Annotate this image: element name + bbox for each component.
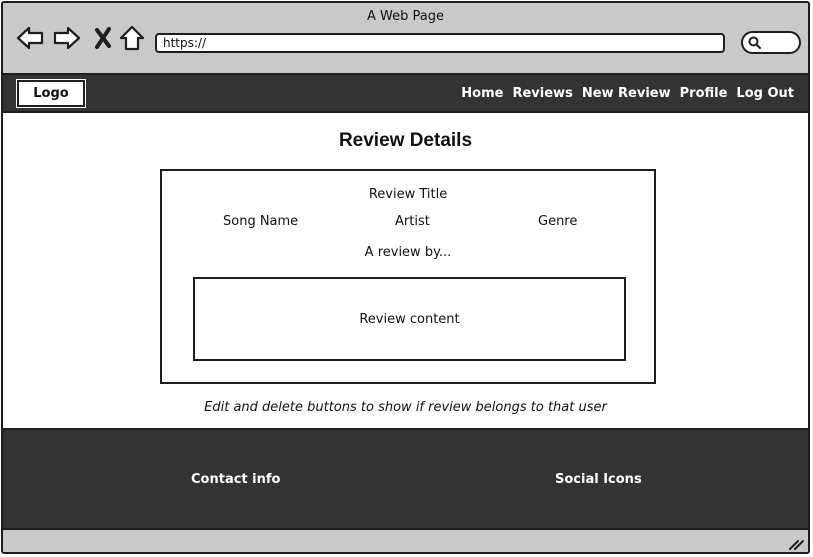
back-arrow-icon[interactable] xyxy=(15,23,45,53)
top-navbar: Logo Home Reviews New Review Profile Log… xyxy=(3,73,808,113)
review-card: Review Title Song Name Artist Genre A re… xyxy=(160,169,656,384)
nav-links: Home Reviews New Review Profile Log Out xyxy=(461,75,794,111)
footer-social-icons: Social Icons xyxy=(555,472,642,487)
browser-chrome: A Web Page https:// xyxy=(3,3,808,73)
close-icon[interactable] xyxy=(89,23,119,53)
genre: Genre xyxy=(538,214,578,229)
home-icon[interactable] xyxy=(117,23,147,53)
main-content: Review Details Review Title Song Name Ar… xyxy=(3,113,808,428)
page-title: Review Details xyxy=(338,130,473,151)
nav-link-log-out[interactable]: Log Out xyxy=(736,86,794,101)
review-content: Review content xyxy=(359,311,460,327)
review-content-box: Review content xyxy=(193,277,626,361)
logo[interactable]: Logo xyxy=(16,79,86,108)
browser-window: A Web Page https:// Logo Home Reviews Ne… xyxy=(1,1,810,554)
artist: Artist xyxy=(395,214,430,229)
nav-link-new-review[interactable]: New Review xyxy=(582,86,671,101)
search-icon xyxy=(748,36,761,49)
nav-link-reviews[interactable]: Reviews xyxy=(512,86,572,101)
review-byline: A review by... xyxy=(364,245,452,260)
status-bar xyxy=(3,530,808,552)
footer-contact-info: Contact info xyxy=(191,472,281,487)
resize-grip-icon[interactable] xyxy=(788,537,804,551)
search-box[interactable] xyxy=(741,31,801,54)
address-bar[interactable]: https:// xyxy=(155,33,725,53)
forward-arrow-icon[interactable] xyxy=(52,23,82,53)
nav-link-profile[interactable]: Profile xyxy=(680,86,728,101)
edit-delete-note: Edit and delete buttons to show if revie… xyxy=(204,400,607,415)
footer: Contact info Social Icons xyxy=(3,428,808,530)
nav-link-home[interactable]: Home xyxy=(461,86,503,101)
window-title: A Web Page xyxy=(367,9,444,24)
review-title: Review Title xyxy=(368,187,448,202)
song-name: Song Name xyxy=(223,214,299,229)
